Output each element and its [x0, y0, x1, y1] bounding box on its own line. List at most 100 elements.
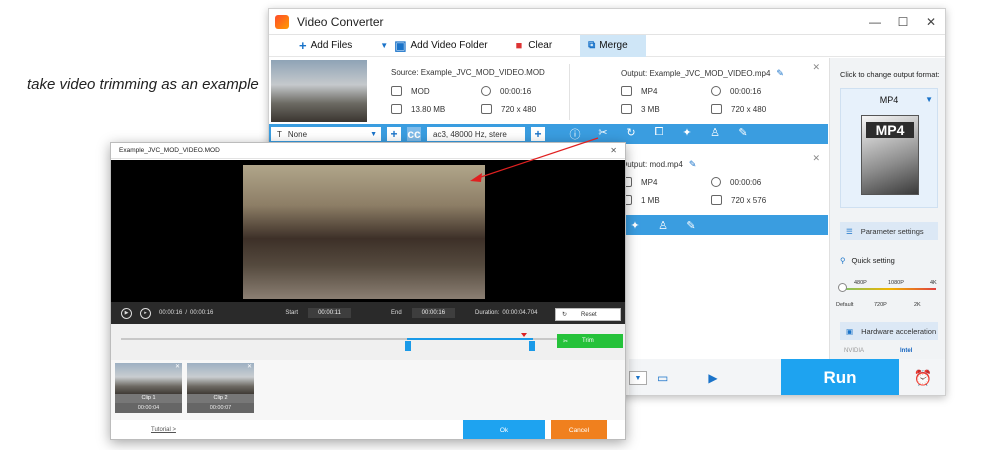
output-format: MP4 [621, 86, 657, 96]
trim-dialog: Example_JVC_MOD_VIDEO.MOD ✕ ▶ ▸ 00:00:16… [110, 142, 626, 440]
hardware-acceleration-button[interactable]: ▣ Hardware acceleration [840, 322, 938, 340]
alarm-clock-icon[interactable]: ⏰ [899, 359, 945, 395]
quick-setting-label: ⚲ Quick setting [840, 256, 895, 265]
add-subtitle-button[interactable]: + [387, 127, 401, 141]
nvidia-option[interactable]: NVIDIA [844, 348, 864, 354]
file-item-1[interactable]: Source: Example_JVC_MOD_VIDEO.MOD MOD 00… [269, 58, 828, 124]
output-filename: Output: Example_JVC_MOD_VIDEO.mp4 ✎ [621, 68, 784, 78]
tick-2k: 2K [914, 302, 921, 308]
edit-icon[interactable]: ✎ [729, 126, 757, 142]
output-size: 3 MB [621, 104, 660, 114]
quality-slider-knob[interactable] [838, 283, 847, 292]
clip-remove-button[interactable]: ✕ [247, 363, 252, 370]
merge-icon: ⧉ [588, 40, 596, 51]
subtitle-select[interactable]: T None ▼ [271, 127, 381, 141]
trim-scissors-icon[interactable]: ✂ [589, 126, 617, 142]
edit-tools: ⓘ ✂ ↻ ⧠ ✦ ♙ ✎ [561, 126, 757, 142]
cancel-button[interactable]: Cancel [551, 420, 607, 439]
clip-thumbnail: ✕ [187, 363, 254, 394]
clip-item[interactable]: ✕ Clip 1 00:00:04 [115, 363, 182, 413]
clip-list: ✕ Clip 1 00:00:04 ✕ Clip 2 00:00:07 [111, 360, 625, 420]
intel-option[interactable]: Intel [900, 348, 912, 354]
start-label: Start [285, 310, 299, 316]
start-time-input[interactable]: 00:00:11 [308, 308, 351, 318]
tutorial-link[interactable]: Tutorial > [151, 427, 176, 433]
clip-thumbnail: ✕ [115, 363, 182, 394]
source-format: MOD [391, 86, 430, 96]
clock-icon [711, 86, 721, 96]
add-files-dropdown-button[interactable]: ▼ [380, 35, 388, 57]
trash-icon: ■ [515, 39, 523, 52]
ok-button[interactable]: Ok [463, 420, 545, 439]
format-icon [391, 86, 402, 96]
open-output-icon[interactable]: ▶ [708, 371, 717, 385]
edit-name-icon[interactable]: ✎ [776, 68, 784, 78]
format-name: MP4 [879, 95, 899, 105]
remove-file-button-2[interactable]: ✕ [812, 153, 820, 164]
file-icon [621, 104, 632, 114]
watermark-icon[interactable]: ♙ [649, 219, 677, 232]
clip-duration: 00:00:07 [187, 403, 254, 413]
start-handle[interactable] [405, 341, 411, 351]
plus-icon: + [299, 38, 307, 53]
parameter-settings-button[interactable]: ☰ Parameter settings [840, 222, 938, 240]
dropdown-icon: ▼ [380, 41, 389, 50]
remove-file-button[interactable]: ✕ [812, 62, 820, 73]
trim-button[interactable]: ✂ Trim [557, 334, 623, 348]
edit-icon[interactable]: ✎ [677, 219, 705, 232]
output-resolution-2: 720 x 576 [711, 195, 766, 205]
close-button[interactable]: ✕ [917, 15, 945, 29]
end-time-input[interactable]: 00:00:16 [411, 308, 456, 318]
folder-icon[interactable]: ▭ [657, 371, 668, 385]
tick-480p: 480P [854, 280, 867, 286]
tick-720p: 720P [874, 302, 887, 308]
output-format-panel: Click to change output format: MP4 ▼ MP4… [829, 58, 945, 382]
maximize-button[interactable]: ☐ [889, 15, 917, 29]
resolution-icon [711, 104, 722, 114]
resolution-icon [711, 195, 722, 205]
app-logo-icon [275, 14, 289, 29]
reset-button[interactable]: ↻ Reset [555, 308, 621, 321]
clock-icon [481, 86, 491, 96]
tick-4k: 4K [930, 280, 937, 286]
rotate-icon[interactable]: ↻ [617, 126, 645, 142]
info-icon[interactable]: ⓘ [561, 126, 589, 142]
run-button[interactable]: Run [781, 359, 899, 395]
add-video-folder-button[interactable]: ▣ Add Video Folder [394, 35, 487, 57]
step-icon[interactable]: ▸ [140, 307, 151, 319]
clip-name: Clip 2 [187, 394, 254, 403]
video-preview [111, 160, 625, 302]
audio-track-select[interactable]: ac3, 48000 Hz, stere [427, 127, 525, 141]
end-handle[interactable] [529, 341, 535, 351]
crop-icon[interactable]: ⧠ [645, 126, 673, 142]
window-title: Video Converter [297, 14, 384, 29]
subtitle-sync-button[interactable]: cc [407, 127, 421, 141]
quality-slider-track[interactable] [842, 288, 936, 290]
source-size: 13.80 MB [391, 104, 445, 114]
dialog-titlebar: Example_JVC_MOD_VIDEO.MOD ✕ [111, 143, 625, 159]
clip-item[interactable]: ✕ Clip 2 00:00:07 [187, 363, 254, 413]
clear-button[interactable]: ■ Clear [516, 35, 553, 57]
output-folder-dropdown[interactable]: ▼ [629, 371, 647, 385]
change-format-label: Click to change output format: [840, 70, 940, 79]
add-audio-button[interactable]: + [531, 127, 545, 141]
dialog-footer: Tutorial > Ok Cancel [111, 420, 625, 439]
minimize-button[interactable]: — [861, 15, 889, 29]
edit-name-icon[interactable]: ✎ [689, 159, 697, 169]
total-time: 00:00:16 [190, 310, 214, 316]
folder-plus-icon: ▣ [394, 37, 407, 53]
watermark-icon[interactable]: ♙ [701, 126, 729, 142]
duration-value: 00:00:04.704 [502, 310, 538, 316]
format-selector[interactable]: MP4 ▼ MP4 [840, 88, 938, 208]
playhead-marker[interactable] [521, 333, 527, 337]
add-files-button[interactable]: + Add Files [299, 35, 352, 57]
play-icon[interactable]: ▶ [121, 307, 132, 319]
video-thumbnail[interactable] [271, 60, 367, 122]
file-1-edit-bar: T None ▼ + cc ac3, 48000 Hz, stere + ⓘ ✂ ↻… [269, 124, 828, 144]
effect-icon[interactable]: ✦ [673, 126, 701, 142]
clip-remove-button[interactable]: ✕ [175, 363, 180, 370]
dialog-close-button[interactable]: ✕ [610, 146, 617, 155]
trim-timeline[interactable]: ✂ Trim [111, 324, 625, 360]
add-video-folder-label: Add Video Folder [410, 40, 488, 51]
merge-button[interactable]: ⧉ Merge [580, 34, 646, 57]
